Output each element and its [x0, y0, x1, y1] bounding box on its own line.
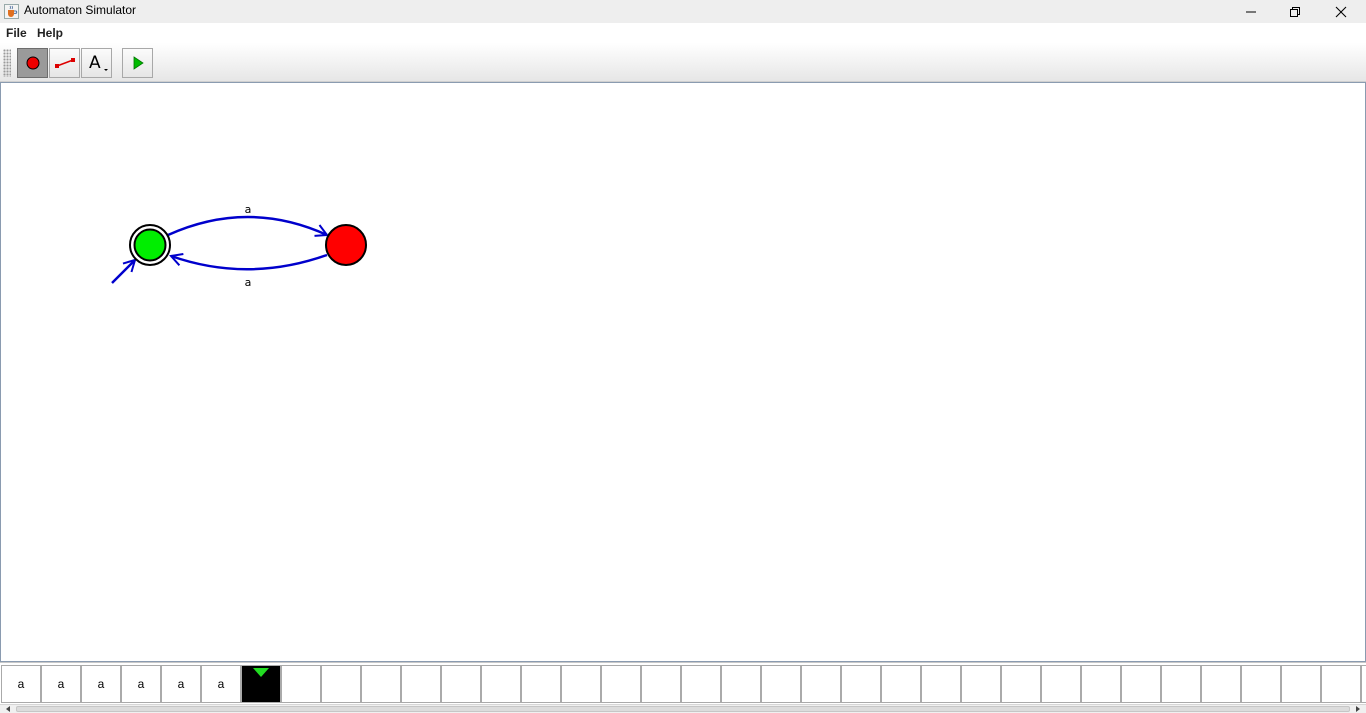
add-transition-tool-button[interactable]	[49, 48, 80, 78]
tape-cell[interactable]	[1201, 665, 1241, 703]
automaton-simulator-window: Automaton Simulator File Help A a a a a …	[0, 0, 1366, 713]
menu-file[interactable]: File	[6, 26, 27, 40]
tape-cell[interactable]	[1121, 665, 1161, 703]
tape-cell-head[interactable]	[241, 665, 281, 703]
svg-text:A: A	[89, 53, 101, 73]
transition-label-q0-q1[interactable]: a	[245, 203, 252, 216]
java-cup-icon	[4, 4, 19, 19]
tape-cell[interactable]	[521, 665, 561, 703]
minimize-icon	[1246, 11, 1256, 12]
title-bar: Automaton Simulator	[0, 0, 1366, 23]
transition-q0-q1[interactable]	[167, 215, 327, 235]
tape-symbol: a	[17, 677, 25, 691]
horizontal-scrollbar[interactable]	[0, 704, 1366, 713]
minimize-button[interactable]	[1228, 0, 1274, 23]
tape-cell[interactable]	[1361, 665, 1366, 703]
tape-cell[interactable]	[961, 665, 1001, 703]
tape-cell[interactable]	[281, 665, 321, 703]
menu-help[interactable]: Help	[37, 26, 63, 40]
tape-cell[interactable]	[401, 665, 441, 703]
initial-state-arrow	[111, 260, 135, 284]
red-circle-icon	[26, 56, 39, 70]
restore-icon	[1290, 6, 1300, 17]
scroll-right-arrow-icon[interactable]	[1356, 706, 1360, 712]
tape-cell[interactable]	[1321, 665, 1361, 703]
label-tool-button[interactable]: A	[81, 48, 112, 78]
restore-button[interactable]	[1272, 0, 1318, 23]
run-button[interactable]	[122, 48, 153, 78]
toolbar-grip[interactable]	[3, 49, 11, 77]
state-q1[interactable]	[325, 224, 367, 266]
tape-cell[interactable]	[321, 665, 361, 703]
state-q0[interactable]	[129, 224, 171, 266]
toolbar: A	[0, 43, 1366, 82]
scrollbar-thumb[interactable]	[16, 706, 1350, 712]
close-button[interactable]	[1318, 0, 1364, 23]
tape-cell[interactable]	[1001, 665, 1041, 703]
tape-cell[interactable]	[921, 665, 961, 703]
tape-cell[interactable]: a	[81, 665, 121, 703]
tape-cell[interactable]: a	[161, 665, 201, 703]
tape-head-marker-icon	[253, 668, 269, 677]
window-title: Automaton Simulator	[24, 3, 137, 17]
close-icon	[1335, 6, 1347, 17]
tape-cell[interactable]	[481, 665, 521, 703]
tape-cell[interactable]	[801, 665, 841, 703]
scroll-left-arrow-icon[interactable]	[6, 706, 10, 712]
input-tape: aaaaaa	[0, 662, 1366, 704]
tape-cell[interactable]: a	[1, 665, 41, 703]
tape-cell[interactable]	[1081, 665, 1121, 703]
tape-symbol: a	[137, 677, 145, 691]
tape-cell[interactable]	[881, 665, 921, 703]
tape-symbol: a	[57, 677, 65, 691]
tape-cell[interactable]	[761, 665, 801, 703]
tape-cell[interactable]	[681, 665, 721, 703]
tape-cells: aaaaaa	[1, 665, 1366, 703]
transition-line-icon	[54, 58, 75, 68]
tape-cell[interactable]	[561, 665, 601, 703]
tape-cell[interactable]: a	[121, 665, 161, 703]
transition-q1-q0[interactable]	[171, 255, 328, 271]
tape-cell[interactable]	[441, 665, 481, 703]
tape-cell[interactable]	[841, 665, 881, 703]
text-label-icon: A	[89, 53, 108, 73]
menu-bar: File Help	[0, 23, 1366, 43]
automaton-canvas[interactable]: a a	[0, 82, 1366, 662]
tape-symbol: a	[217, 677, 225, 691]
tape-cell[interactable]	[1241, 665, 1281, 703]
tape-cell[interactable]	[721, 665, 761, 703]
tape-cell[interactable]: a	[201, 665, 241, 703]
tape-symbol: a	[177, 677, 185, 691]
tape-cell[interactable]	[361, 665, 401, 703]
tape-cell[interactable]	[1281, 665, 1321, 703]
tape-cell[interactable]	[601, 665, 641, 703]
automaton-diagram: a a	[111, 203, 367, 289]
add-state-tool-button[interactable]	[17, 48, 48, 78]
tape-cell[interactable]: a	[41, 665, 81, 703]
play-icon	[133, 56, 144, 70]
transition-label-q1-q0[interactable]: a	[245, 276, 252, 289]
tape-cell[interactable]	[1041, 665, 1081, 703]
tape-cell[interactable]	[641, 665, 681, 703]
tape-cell[interactable]	[1161, 665, 1201, 703]
tape-symbol: a	[97, 677, 105, 691]
